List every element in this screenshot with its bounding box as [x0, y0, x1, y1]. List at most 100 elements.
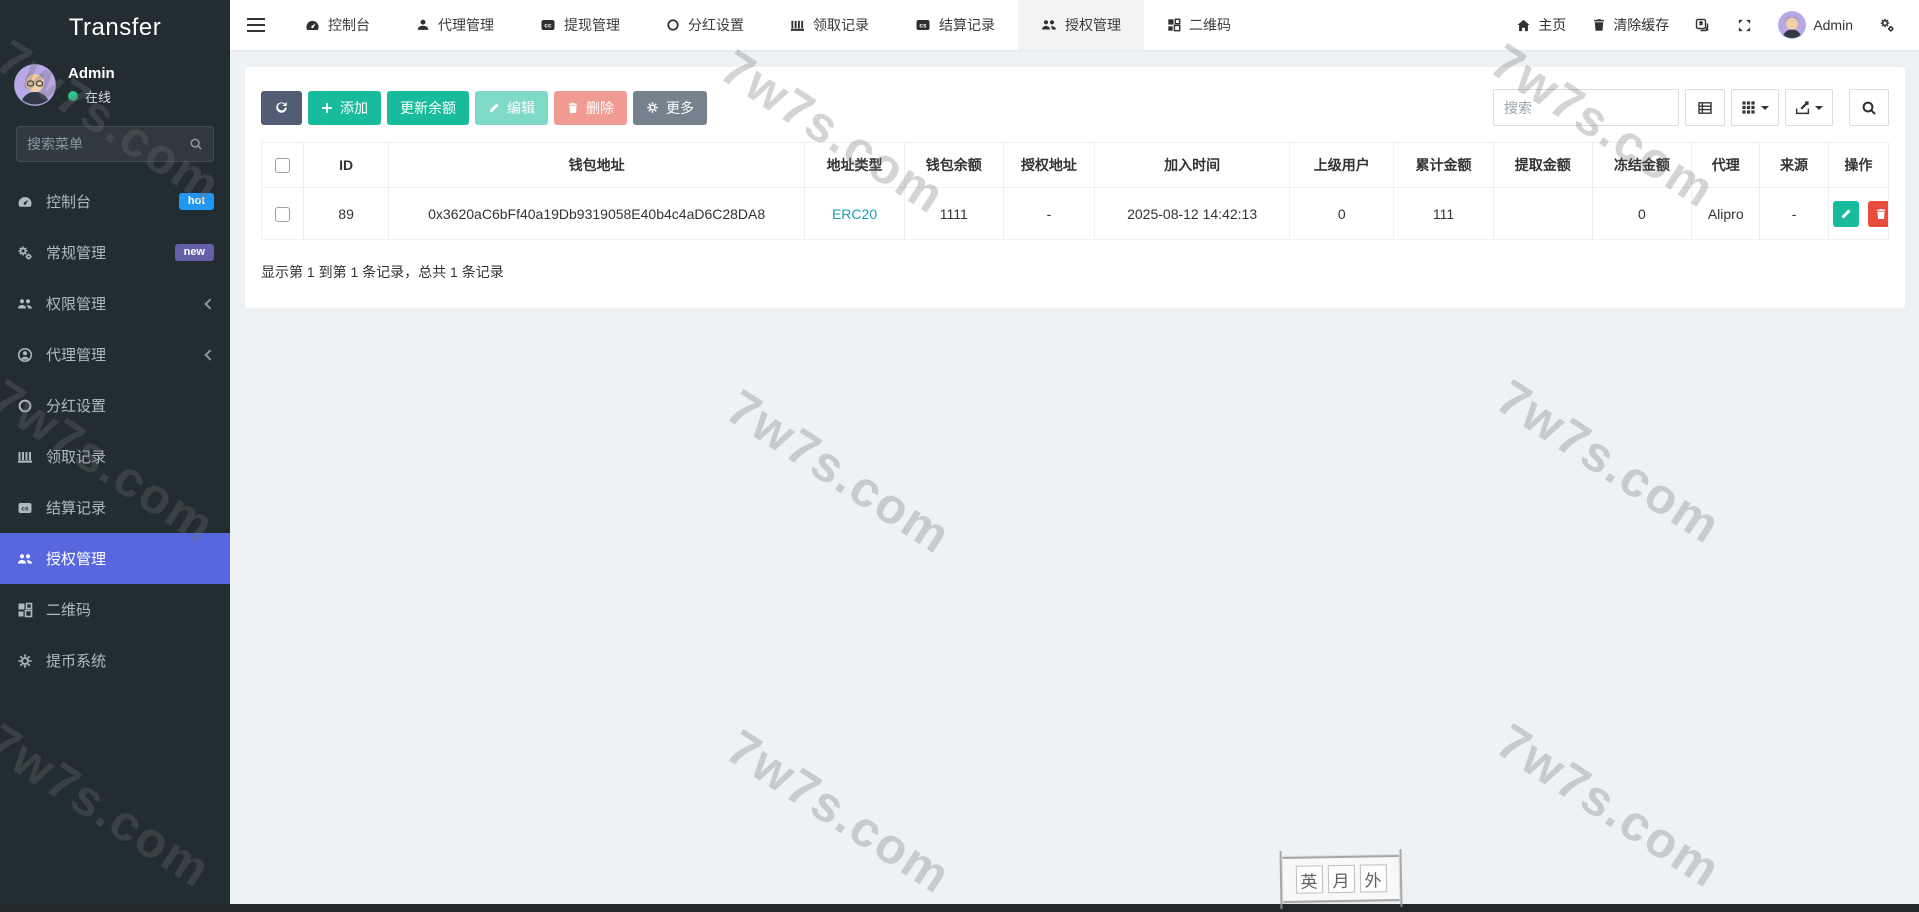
toggle-view-button[interactable] [1685, 89, 1725, 126]
cell-actions [1828, 188, 1888, 240]
sidebar-item-settlement[interactable]: cs 结算记录 [0, 482, 230, 533]
user-avatar [1778, 11, 1806, 39]
tab-withdraw[interactable]: cc 提现管理 [517, 0, 643, 50]
settings-gears-icon[interactable] [1879, 17, 1895, 33]
hot-badge: hot [179, 193, 214, 210]
tab-dividend[interactable]: 分红设置 [643, 0, 767, 50]
language-icon[interactable] [1695, 17, 1711, 33]
col-wallet-balance: 钱包余额 [904, 143, 1003, 188]
circle-icon [666, 18, 680, 32]
sidebar-item-authorization[interactable]: 授权管理 [0, 533, 230, 584]
cell-agent: Alipro [1692, 188, 1760, 240]
clear-cache-link[interactable]: 清除缓存 [1592, 15, 1669, 35]
bottom-bar [0, 904, 1919, 912]
col-total-amount: 累计金额 [1394, 143, 1493, 188]
sidebar-item-general[interactable]: 常规管理 new [0, 227, 230, 278]
user-status: 在线 [68, 87, 115, 106]
bars-icon [790, 18, 805, 33]
trash-icon [567, 102, 579, 114]
brand-title: Transfer [0, 0, 230, 56]
tab-agents[interactable]: 代理管理 [393, 0, 517, 50]
cc-card-icon: cc [540, 17, 556, 33]
sidebar-item-dashboard[interactable]: 控制台 hot [0, 176, 230, 227]
qrcode-icon [16, 602, 33, 618]
update-balance-button[interactable]: 更新余额 [387, 91, 469, 125]
delete-button[interactable]: 删除 [554, 91, 627, 125]
table-row: 89 0x3620aC6bFf40a19Db9319058E40b4c4aD6C… [262, 188, 1889, 240]
sidebar-menu: 控制台 hot 常规管理 new 权限管理 代理管理 [0, 176, 230, 686]
pencil-icon [1840, 208, 1852, 220]
cell-source: - [1760, 188, 1828, 240]
speedometer-icon [16, 194, 33, 210]
authorization-panel: 添加 更新余额 编辑 删除 更多 [245, 67, 1905, 308]
search-icon [1861, 100, 1877, 116]
home-icon [1516, 18, 1531, 33]
new-badge: new [175, 244, 214, 261]
user-name: Admin [68, 65, 115, 82]
navbar-user[interactable]: Admin [1778, 11, 1853, 39]
sidebar-item-permissions[interactable]: 权限管理 [0, 278, 230, 329]
add-button[interactable]: 添加 [308, 91, 381, 125]
sidebar-item-dividend[interactable]: 分红设置 [0, 380, 230, 431]
col-withdraw-amount: 提取金额 [1493, 143, 1592, 188]
stamp-watermark: 英 月 外 [1283, 855, 1400, 903]
export-button[interactable] [1785, 89, 1833, 126]
plus-icon [321, 102, 333, 114]
sidebar-item-qrcode[interactable]: 二维码 [0, 584, 230, 635]
pencil-icon [488, 102, 500, 114]
cell-withdraw-amount [1493, 188, 1592, 240]
tab-qrcode[interactable]: 二维码 [1144, 0, 1254, 50]
sidebar-search [16, 126, 214, 162]
svg-text:cs: cs [21, 505, 29, 512]
users-icon [16, 551, 33, 567]
chevron-left-icon [204, 298, 215, 309]
main-content: 添加 更新余额 编辑 删除 更多 [230, 50, 1919, 904]
hamburger-menu-icon[interactable] [230, 0, 282, 50]
nav-tabs: 控制台 代理管理 cc 提现管理 分红设置 领取记录 [282, 0, 1254, 50]
sidebar-search-input[interactable] [27, 136, 189, 152]
svg-text:cc: cc [544, 23, 552, 30]
row-delete-button[interactable] [1868, 201, 1889, 227]
sidebar-item-withdraw-system[interactable]: 提币系统 [0, 635, 230, 686]
toolbar: 添加 更新余额 编辑 删除 更多 [261, 89, 1889, 126]
speedometer-icon [305, 18, 320, 33]
select-all-checkbox[interactable] [275, 158, 290, 173]
trash-icon [1592, 18, 1606, 32]
export-icon [1795, 100, 1810, 115]
sidebar-item-claims[interactable]: 领取记录 [0, 431, 230, 482]
sidebar-item-agents[interactable]: 代理管理 [0, 329, 230, 380]
edit-button[interactable]: 编辑 [475, 91, 548, 125]
svg-text:cs: cs [919, 23, 927, 30]
home-link[interactable]: 主页 [1516, 15, 1566, 35]
tab-settlement[interactable]: cs 结算记录 [892, 0, 1018, 50]
table-search-input[interactable] [1493, 89, 1679, 126]
col-join-time: 加入时间 [1095, 143, 1290, 188]
top-navbar: 控制台 代理管理 cc 提现管理 分红设置 领取记录 [230, 0, 1919, 50]
col-source: 来源 [1760, 143, 1828, 188]
cell-wallet-address: 0x3620aC6bFf40a19Db9319058E40b4c4aD6C28D… [388, 188, 805, 240]
refresh-button[interactable] [261, 91, 302, 125]
col-auth-address: 授权地址 [1003, 143, 1094, 188]
users-icon [16, 296, 33, 312]
search-icon [189, 137, 203, 151]
more-button[interactable]: 更多 [633, 91, 707, 125]
authorization-table: ID 钱包地址 地址类型 钱包余额 授权地址 加入时间 上级用户 累计金额 提取… [261, 142, 1889, 240]
tab-dashboard[interactable]: 控制台 [282, 0, 393, 50]
cell-address-type: ERC20 [805, 188, 904, 240]
user-avatar [14, 64, 56, 106]
col-wallet-address: 钱包地址 [388, 143, 805, 188]
fullscreen-icon[interactable] [1737, 18, 1752, 33]
tab-claims[interactable]: 领取记录 [767, 0, 892, 50]
columns-button[interactable] [1731, 89, 1779, 126]
row-edit-button[interactable] [1833, 201, 1859, 227]
advanced-search-button[interactable] [1849, 89, 1889, 126]
user-circle-icon [16, 347, 33, 363]
gear-icon [16, 653, 33, 669]
cell-parent-user: 0 [1290, 188, 1394, 240]
col-address-type: 地址类型 [805, 143, 904, 188]
cell-join-time: 2025-08-12 14:42:13 [1095, 188, 1290, 240]
tab-authorization[interactable]: 授权管理 [1018, 0, 1144, 50]
row-checkbox[interactable] [275, 207, 290, 222]
caret-down-icon [1815, 106, 1823, 114]
toolbar-right [1493, 89, 1889, 126]
